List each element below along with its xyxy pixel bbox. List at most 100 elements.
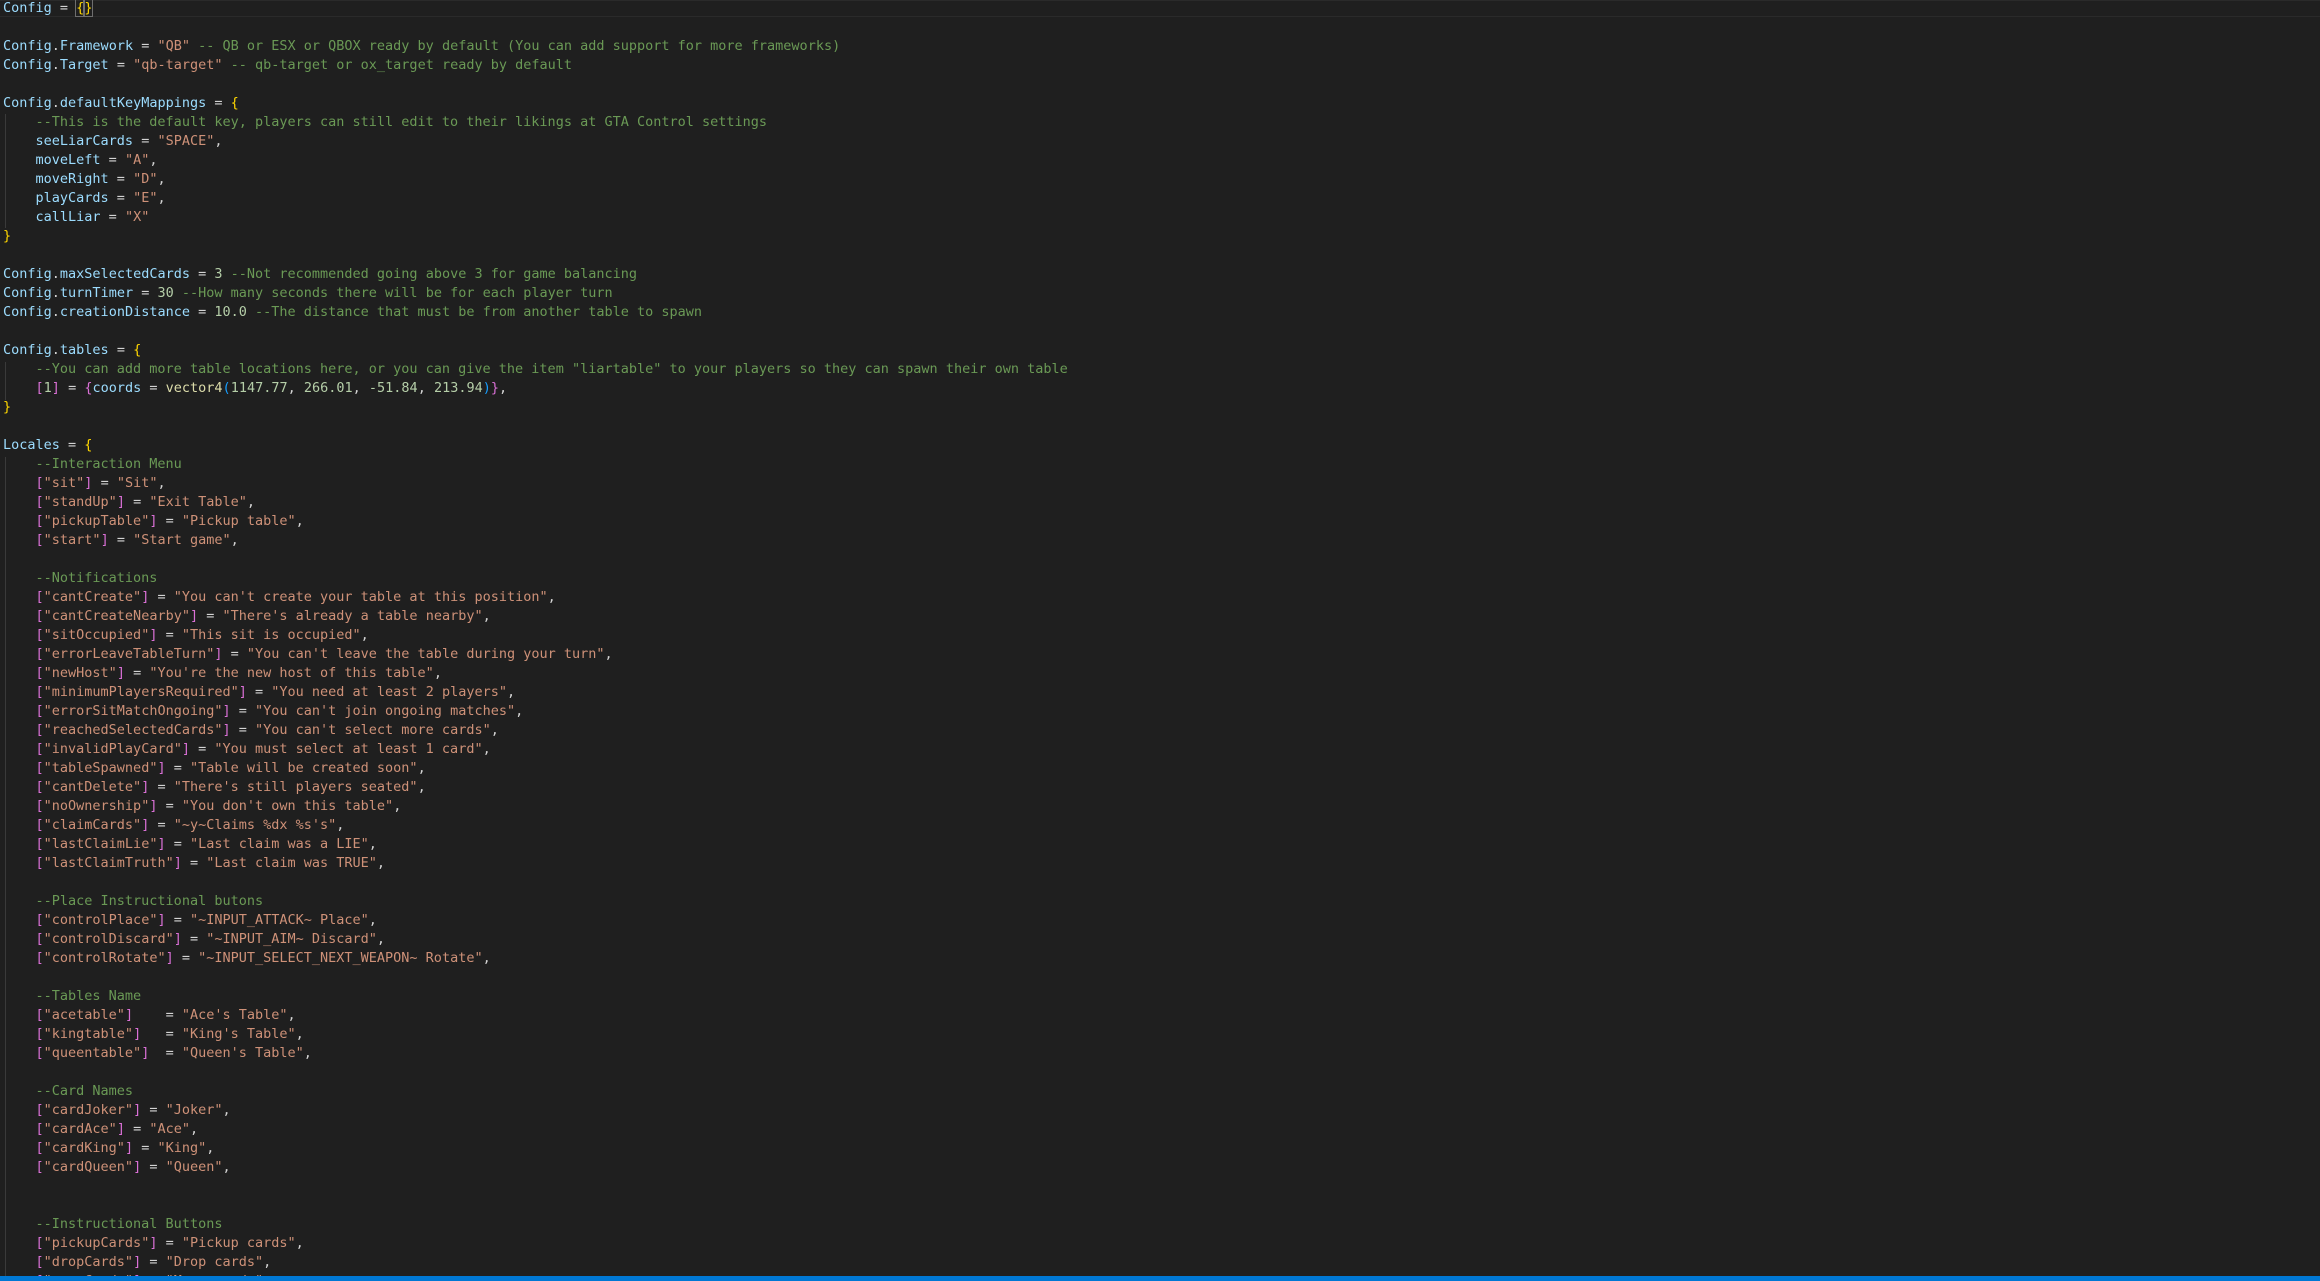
code-token: . — [51, 342, 60, 358]
code-line[interactable]: --Place Instructional butons — [3, 892, 264, 911]
code-line[interactable]: ["cantCreate"] = "You can't create your … — [3, 588, 556, 607]
code-line[interactable]: Config.Target = "qb-target" -- qb-target… — [3, 56, 572, 75]
code-line[interactable]: Config.Framework = "QB" -- QB or ESX or … — [3, 37, 840, 56]
code-line[interactable]: ["cardJoker"] = "Joker", — [3, 1101, 231, 1120]
code-line[interactable]: callLiar = "X" — [3, 208, 150, 227]
code-token: , — [368, 912, 377, 928]
code-line[interactable]: ["claimCards"] = "~y~Claims %dx %s's", — [3, 816, 345, 835]
code-token: , — [490, 722, 499, 738]
code-line[interactable]: moveRight = "D", — [3, 170, 166, 189]
code-line[interactable]: Config.turnTimer = 30 --How many seconds… — [3, 284, 613, 303]
code-token: , — [417, 760, 426, 776]
code-token: = — [198, 608, 223, 624]
code-line[interactable]: ["lastClaimTruth"] = "Last claim was TRU… — [3, 854, 386, 873]
code-token: "You can't create your table at this pos… — [173, 589, 548, 605]
code-token: "E" — [133, 190, 158, 206]
code-line[interactable]: ["errorLeaveTableTurn"] = "You can't lea… — [3, 645, 613, 664]
code-line[interactable]: ["invalidPlayCard"] = "You must select a… — [3, 740, 491, 759]
code-line[interactable]: --Tables Name — [3, 987, 142, 1006]
code-token: -- QB or ESX or QBOX ready by default (Y… — [189, 38, 841, 54]
code-token: = — [124, 1121, 150, 1137]
code-line[interactable]: ["controlDiscard"] = "~INPUT_AIM~ Discar… — [3, 930, 386, 949]
code-line[interactable]: ["noOwnership"] = "You don't own this ta… — [3, 797, 402, 816]
code-token: , — [506, 684, 516, 700]
code-line[interactable]: Config.maxSelectedCards = 3 --Not recomm… — [3, 265, 637, 284]
code-line[interactable]: ["newHost"] = "You're the new host of th… — [3, 664, 442, 683]
code-line[interactable]: ["dropCards"] = "Drop cards", — [3, 1253, 272, 1272]
code-line[interactable]: ["tableSpawned"] = "Table will be create… — [3, 759, 426, 778]
code-token: , — [360, 627, 369, 643]
code-token: { — [133, 342, 142, 358]
code-editor[interactable]: Config = {} Config.Framework = "QB" -- QB… — [0, 0, 2320, 1276]
code-line[interactable]: ["cantDelete"] = "There's still players … — [3, 778, 426, 797]
code-token: [ — [35, 1007, 44, 1023]
code-token: "sitOccupied" — [43, 627, 150, 643]
code-token: = — [181, 931, 207, 947]
code-line[interactable]: ["pickupCards"] = "Pickup cards", — [3, 1234, 304, 1253]
code-token: coords — [92, 380, 142, 396]
code-line[interactable]: ["acetable"] = "Ace's Table", — [3, 1006, 296, 1025]
code-token: , — [157, 475, 166, 491]
code-line[interactable]: ["standUp"] = "Exit Table", — [3, 493, 256, 512]
code-token: ] — [133, 1102, 142, 1118]
code-token: [ — [35, 1045, 44, 1061]
code-line[interactable]: ["controlRotate"] = "~INPUT_SELECT_NEXT_… — [3, 949, 491, 968]
code-token: , — [417, 380, 434, 396]
code-line[interactable]: ["queentable"] = "Queen's Table", — [3, 1044, 312, 1063]
code-token: , — [295, 1026, 304, 1042]
code-line[interactable]: ["lastClaimLie"] = "Last claim was a LIE… — [3, 835, 377, 854]
code-token: "D" — [133, 171, 158, 187]
code-line[interactable]: [1] = {coords = vector4(1147.77, 266.01,… — [3, 379, 508, 398]
code-token: "claimCards" — [43, 817, 142, 833]
code-line[interactable]: playCards = "E", — [3, 189, 166, 208]
code-line[interactable]: seeLiarCards = "SPACE", — [3, 132, 223, 151]
code-token: [ — [35, 589, 44, 605]
code-token: = — [149, 589, 174, 605]
code-line[interactable]: ["sitOccupied"] = "This sit is occupied"… — [3, 626, 369, 645]
code-token: "There's already a table nearby" — [222, 608, 483, 624]
code-line[interactable]: ["start"] = "Start game", — [3, 531, 239, 550]
code-line[interactable]: ["errorSitMatchOngoing"] = "You can't jo… — [3, 702, 524, 721]
code-token: , — [295, 513, 304, 529]
code-line[interactable]: --Interaction Menu — [3, 455, 182, 474]
code-line[interactable]: --Notifications — [3, 569, 158, 588]
code-line[interactable]: moveLeft = "A", — [3, 151, 158, 170]
code-line[interactable]: } — [3, 227, 11, 246]
code-token: [ — [35, 665, 44, 681]
code-line[interactable]: --This is the default key, players can s… — [3, 113, 768, 132]
code-line[interactable]: ["pickupTable"] = "Pickup table", — [3, 512, 304, 531]
code-line[interactable]: --Card Names — [3, 1082, 134, 1101]
code-token: Target — [59, 57, 109, 73]
code-line[interactable]: } — [3, 398, 11, 417]
code-line[interactable]: ["cantCreateNearby"] = "There's already … — [3, 607, 491, 626]
code-token: "King's Table" — [181, 1026, 296, 1042]
code-line[interactable]: Config.tables = { — [3, 341, 141, 360]
code-token: Config — [3, 342, 52, 358]
code-token: "Queen's Table" — [181, 1045, 304, 1061]
code-line[interactable]: Config.defaultKeyMappings = { — [3, 94, 239, 113]
code-line[interactable]: ["controlPlace"] = "~INPUT_ATTACK~ Place… — [3, 911, 377, 930]
code-line[interactable]: --Instructional Buttons — [3, 1215, 223, 1234]
code-line[interactable]: ["reachedSelectedCards"] = "You can't se… — [3, 721, 499, 740]
code-line[interactable]: Config.creationDistance = 10.0 --The dis… — [3, 303, 702, 322]
code-line[interactable]: ["cardKing"] = "King", — [3, 1139, 215, 1158]
code-line[interactable]: Config = {} — [3, 0, 94, 18]
code-token: Config — [3, 266, 52, 282]
code-line[interactable]: --You can add more table locations here,… — [3, 360, 1068, 379]
code-line[interactable]: ["cardQueen"] = "Queen", — [3, 1158, 231, 1177]
code-token: "Start game" — [133, 532, 231, 548]
code-line[interactable]: ["minimumPlayersRequired"] = "You need a… — [3, 683, 516, 702]
code-token: ] — [133, 1159, 142, 1175]
code-token: ] — [157, 836, 166, 852]
code-line[interactable]: ["kingtable"] = "King's Table", — [3, 1025, 304, 1044]
code-line[interactable]: Locales = { — [3, 436, 92, 455]
code-line[interactable]: ["cardAce"] = "Ace", — [3, 1120, 199, 1139]
code-line[interactable]: ["sit"] = "Sit", — [3, 474, 166, 493]
code-token: "King" — [157, 1140, 207, 1156]
